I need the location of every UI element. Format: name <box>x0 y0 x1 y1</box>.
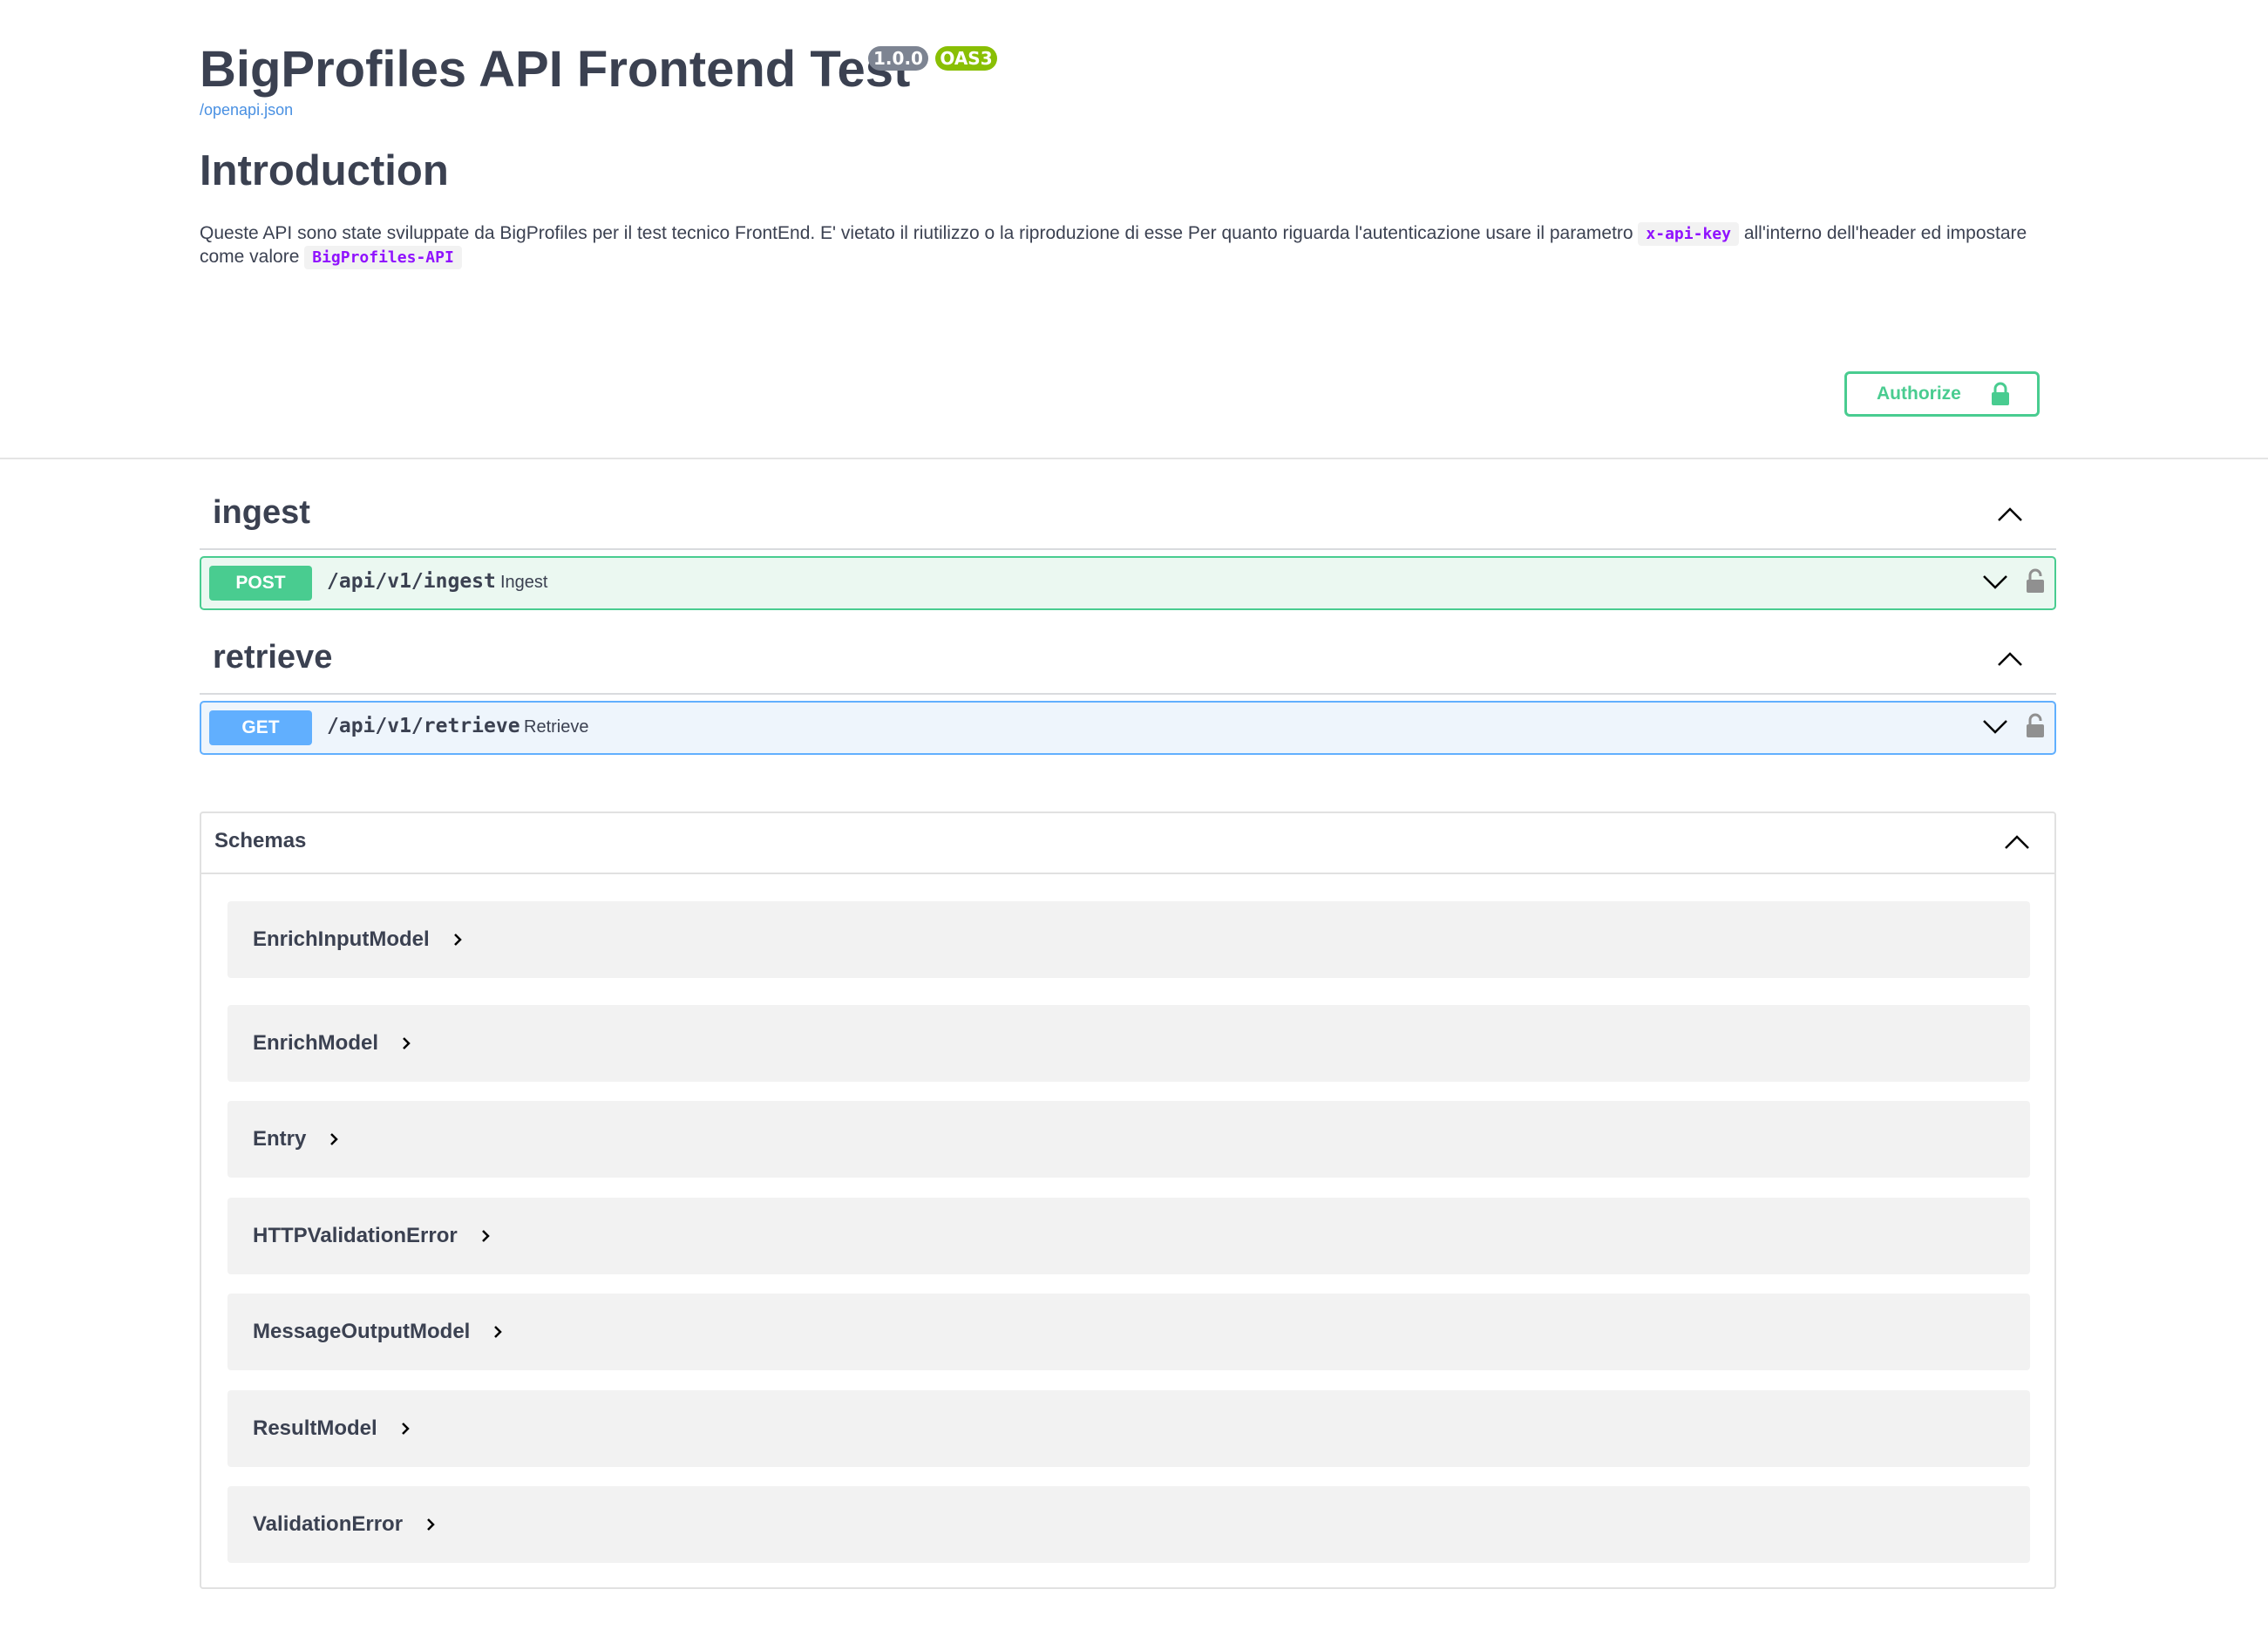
operation-path: /api/v1/ingest <box>327 570 496 593</box>
operation-path: /api/v1/retrieve <box>327 715 520 737</box>
page-title: BigProfiles API Frontend Test <box>200 41 911 98</box>
model-httpvalidationerror[interactable]: HTTPValidationError <box>227 1198 2030 1274</box>
authorize-button[interactable]: Authorize <box>1844 371 2040 417</box>
swagger-page: BigProfiles API Frontend Test 1.0.0 OAS3… <box>0 0 2268 1630</box>
operation-get-retrieve[interactable]: GET /api/v1/retrieve Retrieve <box>200 701 2056 755</box>
intro-description: Queste API sono state sviluppate da BigP… <box>200 222 2047 269</box>
chevron-up-icon[interactable] <box>1997 506 2023 522</box>
method-badge: GET <box>209 710 312 745</box>
model-enrichmodel[interactable]: EnrichModel <box>227 1005 2030 1082</box>
model-name: Entry <box>253 1127 307 1151</box>
tag-name: ingest <box>213 494 310 531</box>
model-entry[interactable]: Entry <box>227 1101 2030 1178</box>
openapi-json-link[interactable]: /openapi.json <box>200 101 293 119</box>
version-badge: 1.0.0 <box>868 46 928 71</box>
header-divider <box>0 458 2268 459</box>
chevron-down-icon[interactable] <box>1982 718 2008 736</box>
tag-name: retrieve <box>213 639 333 676</box>
model-resultmodel[interactable]: ResultModel <box>227 1390 2030 1467</box>
model-name: EnrichInputModel <box>253 927 430 951</box>
model-enrichinputmodel[interactable]: EnrichInputModel <box>227 901 2030 978</box>
model-name: HTTPValidationError <box>253 1224 458 1247</box>
operation-post-ingest[interactable]: POST /api/v1/ingest Ingest <box>200 556 2056 610</box>
method-badge: POST <box>209 566 312 601</box>
model-name: MessageOutputModel <box>253 1320 471 1343</box>
chevron-right-icon <box>481 1230 490 1242</box>
chevron-right-icon <box>427 1518 435 1531</box>
chevron-down-icon[interactable] <box>1982 574 2008 591</box>
oas-badge: OAS3 <box>935 46 997 71</box>
schemas-header[interactable]: Schemas <box>201 813 2054 874</box>
unlocked-icon[interactable] <box>2025 713 2046 739</box>
chevron-right-icon <box>453 934 462 946</box>
model-validationerror[interactable]: ValidationError <box>227 1486 2030 1563</box>
schemas-title: Schemas <box>214 829 307 852</box>
operation-summary: Retrieve <box>524 717 589 737</box>
schemas-section: Schemas EnrichInputModel EnrichModel Ent… <box>200 812 2056 1589</box>
chevron-right-icon <box>494 1326 503 1338</box>
chevron-right-icon <box>330 1133 339 1145</box>
chevron-up-icon[interactable] <box>1997 651 2023 667</box>
chevron-right-icon <box>403 1037 411 1049</box>
model-messageoutputmodel[interactable]: MessageOutputModel <box>227 1294 2030 1370</box>
chevron-right-icon <box>401 1423 410 1435</box>
intro-text-1: Queste API sono state sviluppate da BigP… <box>200 223 1633 243</box>
unlocked-icon[interactable] <box>2025 568 2046 594</box>
api-key-value-code: BigProfiles-API <box>304 246 462 269</box>
model-name: ResultModel <box>253 1416 377 1440</box>
chevron-up-icon[interactable] <box>2004 834 2030 850</box>
tag-header-retrieve[interactable]: retrieve <box>200 627 2056 695</box>
intro-heading: Introduction <box>200 147 449 194</box>
operation-summary: Ingest <box>500 573 548 592</box>
model-name: EnrichModel <box>253 1031 379 1055</box>
api-key-param-code: x-api-key <box>1638 222 1739 246</box>
model-name: ValidationError <box>253 1512 404 1536</box>
lock-icon <box>1991 382 2009 405</box>
tag-header-ingest[interactable]: ingest <box>200 482 2056 550</box>
authorize-label: Authorize <box>1877 384 1961 404</box>
